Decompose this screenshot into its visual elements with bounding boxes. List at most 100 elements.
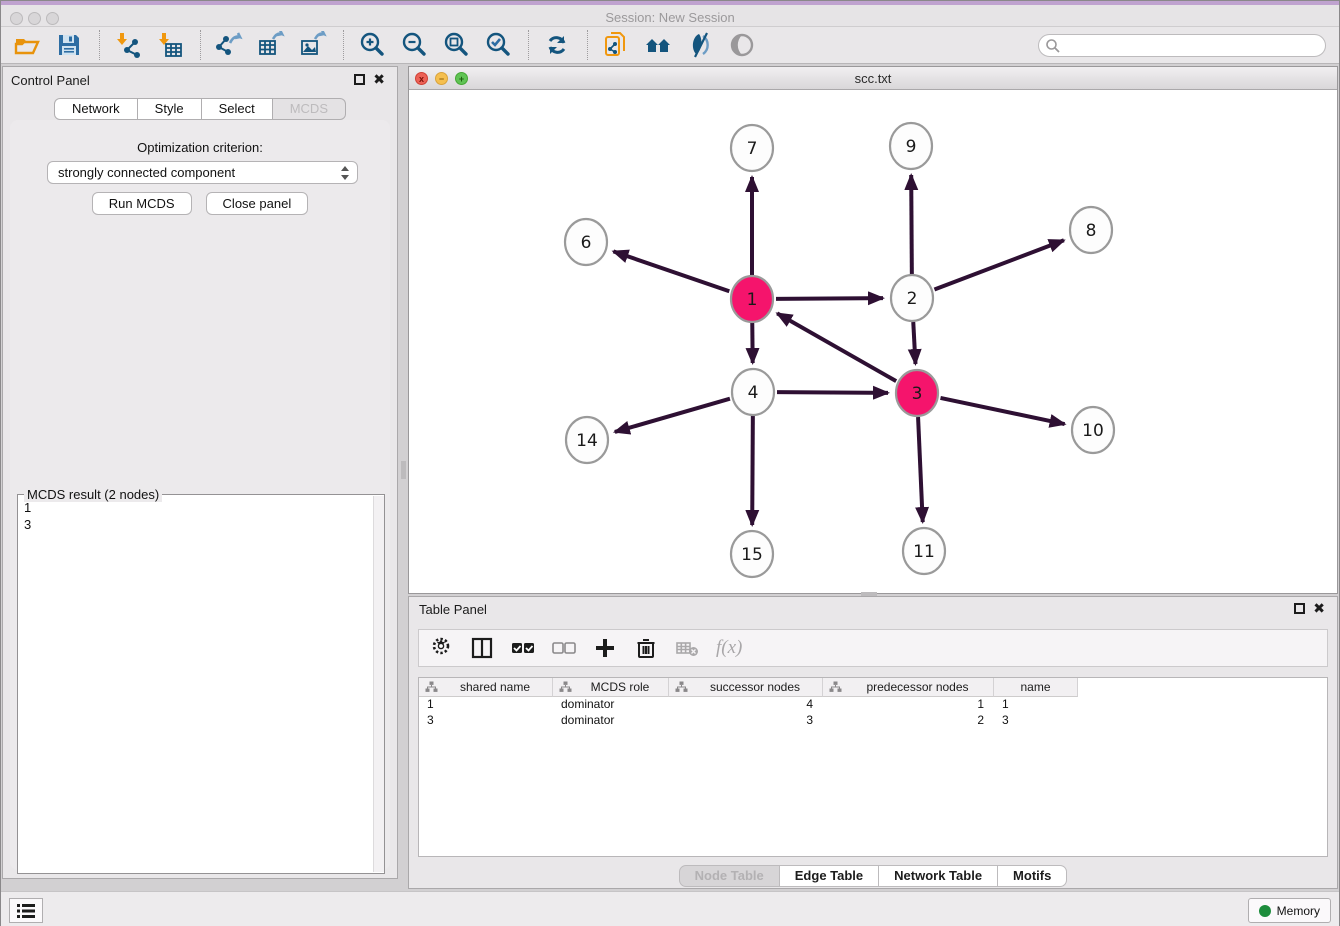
graph-node-7[interactable]: 7 (731, 125, 773, 171)
import-table-icon[interactable] (156, 31, 184, 59)
run-mcds-button[interactable]: Run MCDS (92, 192, 192, 215)
table-cell[interactable]: dominator (553, 713, 669, 729)
tab-select[interactable]: Select (202, 98, 273, 120)
create-column-icon[interactable] (593, 636, 617, 660)
graph-node-8[interactable]: 8 (1070, 207, 1112, 253)
mcds-result-node: 3 (24, 516, 366, 533)
edge-2-9[interactable] (911, 175, 912, 274)
edge-2-3[interactable] (913, 322, 915, 364)
control-panel-title: Control Panel (11, 73, 90, 88)
memory-status-icon (1259, 905, 1271, 917)
memory-button[interactable]: Memory (1248, 898, 1331, 923)
edge-4-15[interactable] (752, 416, 753, 525)
close-table-panel-icon[interactable]: ✖ (1313, 600, 1325, 616)
tab-edge-table[interactable]: Edge Table (780, 865, 879, 887)
open-session-icon[interactable] (13, 31, 41, 59)
zoom-selected-icon[interactable] (484, 31, 512, 59)
clone-network-icon[interactable] (602, 31, 630, 59)
mcds-buttons-row: Run MCDS Close panel (10, 192, 390, 215)
tab-node-table[interactable]: Node Table (679, 865, 780, 887)
float-panel-icon[interactable] (354, 74, 365, 85)
column-settings-icon[interactable] (429, 636, 453, 660)
column-header-MCDS-role[interactable]: MCDS role (553, 678, 669, 697)
search-input[interactable] (1038, 34, 1326, 57)
column-header-successor-nodes[interactable]: successor nodes (669, 678, 823, 697)
mcds-result-scrollbar[interactable] (373, 496, 384, 872)
edge-4-14[interactable] (615, 399, 730, 432)
table-cell[interactable]: 1 (419, 697, 553, 713)
table-row[interactable]: 1dominator411 (419, 697, 1327, 713)
import-network-icon[interactable] (114, 31, 142, 59)
table-cell[interactable]: 3 (419, 713, 553, 729)
network-window-titlebar[interactable]: x − + scc.txt (409, 67, 1337, 90)
zoom-out-icon[interactable] (400, 31, 428, 59)
table-cell[interactable]: dominator (553, 697, 669, 713)
graph-node-14[interactable]: 14 (566, 417, 608, 463)
first-neighbors-icon[interactable] (644, 31, 672, 59)
hide-graphics-details-icon[interactable] (728, 31, 756, 59)
vertical-splitter-handle[interactable] (401, 461, 406, 479)
graph-node-3[interactable]: 3 (896, 370, 938, 416)
edge-3-10[interactable] (940, 398, 1064, 424)
table-row[interactable]: 3dominator323 (419, 713, 1327, 729)
edge-3-1[interactable] (777, 313, 896, 381)
column-type-icon (829, 681, 842, 693)
show-graphics-details-icon[interactable] (686, 31, 714, 59)
table-panel-tabs: Node Table Edge Table Network Table Moti… (409, 865, 1337, 887)
graph-node-11[interactable]: 11 (903, 528, 945, 574)
select-all-columns-icon[interactable] (511, 636, 535, 660)
svg-text:1: 1 (747, 290, 758, 310)
main-toolbar (1, 27, 1339, 64)
tab-motifs[interactable]: Motifs (998, 865, 1067, 887)
column-header-predecessor-nodes[interactable]: predecessor nodes (823, 678, 994, 697)
mcds-result-list[interactable]: 1 3 (18, 497, 372, 873)
column-header-name[interactable]: name (994, 678, 1078, 697)
save-session-icon[interactable] (55, 31, 83, 59)
tab-mcds[interactable]: MCDS (273, 98, 346, 120)
export-network-icon[interactable] (215, 31, 243, 59)
network-canvas[interactable]: 7 9 6 8 1 2 4 3 14 10 15 11 (409, 90, 1337, 593)
table-cell[interactable]: 1 (823, 697, 994, 713)
column-header-shared-name[interactable]: shared name (419, 678, 553, 697)
column-header-label: name (994, 680, 1077, 694)
graph-node-10[interactable]: 10 (1072, 407, 1114, 453)
table-cell[interactable]: 1 (994, 697, 1078, 713)
close-panel-icon[interactable]: ✖ (373, 71, 385, 87)
toolbar-separator (528, 30, 529, 60)
edge-1-6[interactable] (613, 251, 729, 291)
graph-node-9[interactable]: 9 (890, 123, 932, 169)
export-table-icon[interactable] (257, 31, 285, 59)
edge-2-8[interactable] (934, 240, 1063, 289)
graph-node-6[interactable]: 6 (565, 219, 607, 265)
graph-node-4[interactable]: 4 (732, 369, 774, 415)
tab-style[interactable]: Style (138, 98, 202, 120)
edge-4-3[interactable] (777, 392, 888, 393)
tab-network[interactable]: Network (54, 98, 138, 120)
zoom-fit-icon[interactable] (442, 31, 470, 59)
task-history-button[interactable] (9, 898, 43, 923)
split-view-icon[interactable] (470, 636, 494, 660)
zoom-in-icon[interactable] (358, 31, 386, 59)
export-image-icon[interactable] (299, 31, 327, 59)
table-cell[interactable]: 4 (669, 697, 823, 713)
delete-columns-icon[interactable] (634, 636, 658, 660)
table-cell[interactable]: 3 (669, 713, 823, 729)
graph-node-15[interactable]: 15 (731, 531, 773, 577)
graph-node-1[interactable]: 1 (731, 276, 773, 322)
edge-1-2[interactable] (776, 298, 883, 299)
close-panel-button[interactable]: Close panel (206, 192, 309, 215)
search-field-wrap (1038, 34, 1326, 57)
unselect-all-columns-icon[interactable] (552, 636, 576, 660)
svg-text:10: 10 (1082, 421, 1104, 441)
table-cell[interactable]: 2 (823, 713, 994, 729)
toolbar-separator (343, 30, 344, 60)
mcds-result-box: MCDS result (2 nodes) 1 3 (17, 494, 385, 874)
refresh-network-icon[interactable] (543, 31, 571, 59)
table-cell[interactable]: 3 (994, 713, 1078, 729)
optimization-criterion-label: Optimization criterion: (10, 140, 390, 155)
tab-network-table[interactable]: Network Table (879, 865, 998, 887)
float-table-panel-icon[interactable] (1294, 603, 1305, 614)
edge-3-11[interactable] (918, 417, 923, 522)
graph-node-2[interactable]: 2 (891, 275, 933, 321)
criterion-dropdown[interactable]: strongly connected component (47, 161, 358, 184)
